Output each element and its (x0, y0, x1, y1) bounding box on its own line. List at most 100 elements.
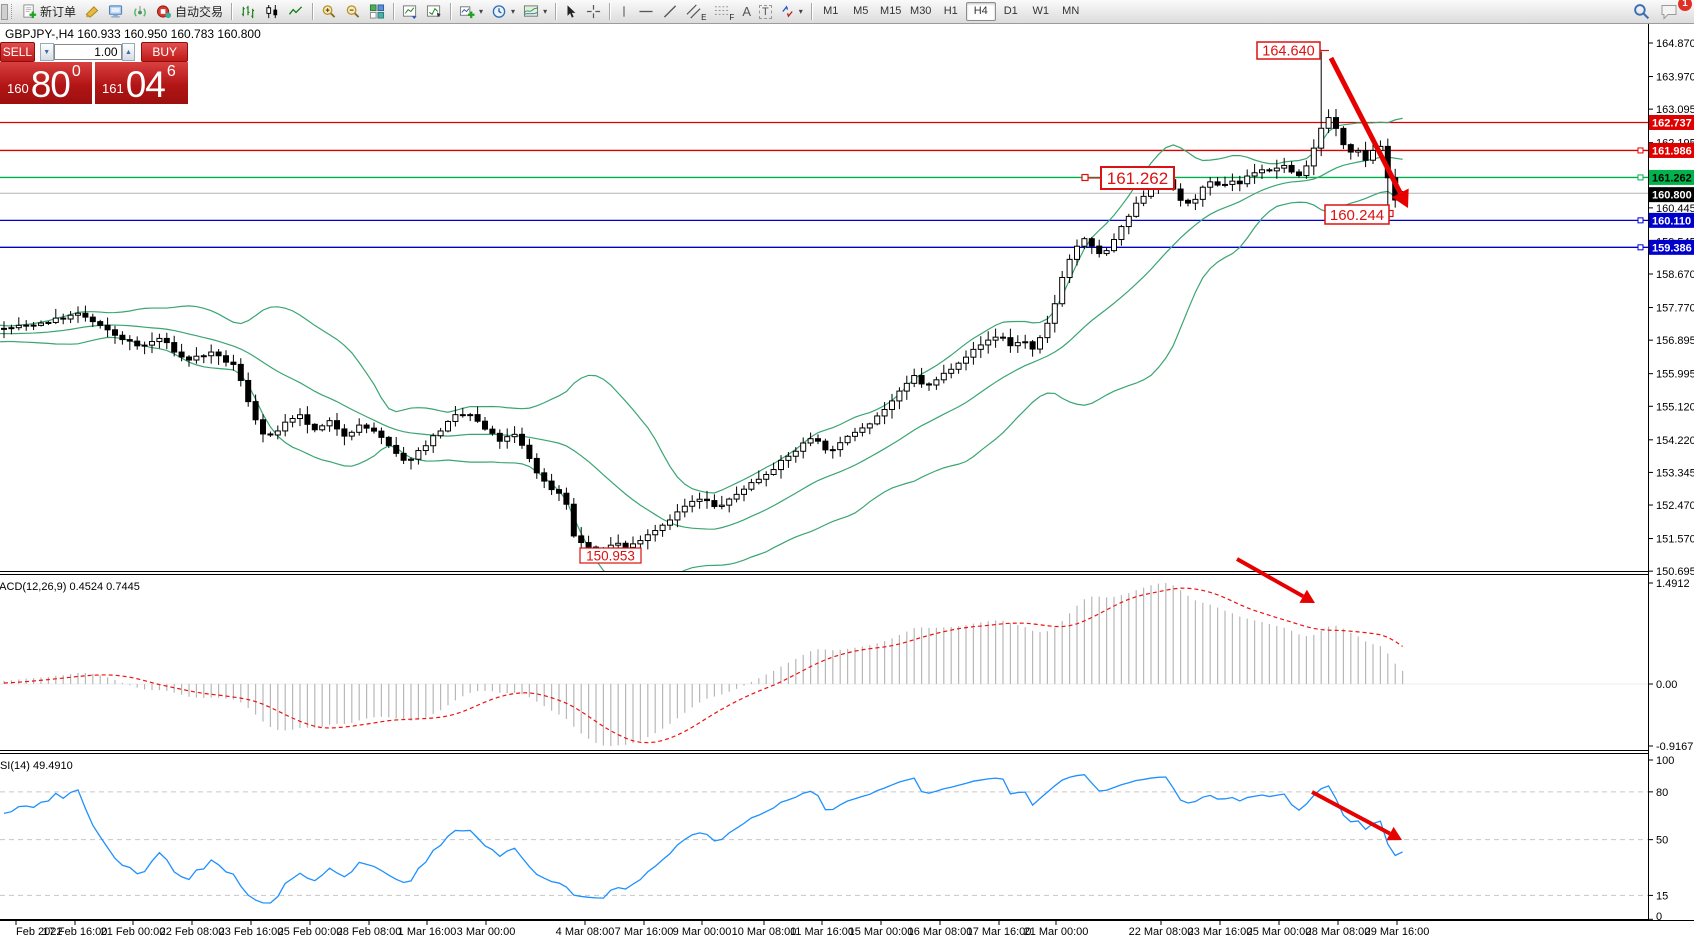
profile-chart-button[interactable] (422, 2, 446, 22)
price-callout-text: 150.953 (586, 548, 635, 563)
line-chart-button[interactable] (284, 2, 308, 22)
separator (609, 3, 610, 20)
crosshair-tool-button[interactable] (582, 2, 605, 22)
add-indicator-button[interactable]: ▾ (455, 2, 487, 22)
date-tick: 17 Feb 16:00 (43, 926, 108, 938)
price-label: 161.986 (1652, 145, 1692, 157)
new-order-button[interactable]: 新订单 (18, 2, 80, 22)
add-indicator-icon (459, 4, 475, 19)
buy-button[interactable]: BUY (141, 42, 188, 62)
fibonacci-glyph: F (729, 13, 734, 22)
zoom-out-button[interactable] (341, 2, 365, 22)
arrows-tool[interactable]: ▾ (776, 2, 807, 22)
volume-decrease-button[interactable]: ▼ (40, 43, 54, 61)
tile-windows-icon (369, 4, 385, 19)
tf-h4[interactable]: H4 (966, 2, 996, 21)
separator (450, 3, 451, 20)
macd-indicator-label: MACD(12,26,9) 0.4524 0.7445 (0, 581, 140, 593)
price-tick: 164.870 (1656, 38, 1694, 50)
price-tick: 158.670 (1656, 269, 1694, 281)
macd-tick: -0.9167 (1656, 741, 1693, 753)
sell-button[interactable]: SELL (0, 42, 35, 62)
price-callout-text: 164.640 (1262, 44, 1314, 60)
tf-h1[interactable]: H1 (936, 2, 966, 21)
ohlc-bars-icon (240, 4, 256, 19)
channel-tool[interactable]: E (682, 2, 710, 22)
monitor-icon (108, 4, 124, 19)
date-tick: 25 Feb 00:00 (278, 926, 343, 938)
shapes-icon (780, 4, 795, 19)
date-tick: 11 Mar 16:00 (790, 926, 854, 938)
channel-icon (686, 4, 701, 19)
candlestick-chart-button[interactable] (260, 2, 284, 22)
date-tick: 10 Mar 08:00 (732, 926, 797, 938)
fibonacci-icon (714, 4, 729, 19)
tf-d1[interactable]: D1 (996, 2, 1026, 21)
volume-increase-button[interactable]: ▲ (122, 43, 136, 61)
line-chart-icon (288, 4, 304, 19)
rsi-indicator-label: RSI(14) 49.4910 (0, 760, 73, 772)
tf-m30[interactable]: M30 (906, 2, 936, 21)
marker-tool-button[interactable] (80, 2, 104, 22)
tf-w1[interactable]: W1 (1026, 2, 1056, 21)
bar-chart-button[interactable] (236, 2, 260, 22)
tf-m5[interactable]: M5 (846, 2, 876, 21)
date-tick: 29 Mar 16:00 (1365, 926, 1430, 938)
tf-m15[interactable]: M15 (876, 2, 906, 21)
date-tick: 9 Mar 00:00 (673, 926, 732, 938)
date-tick: 21 Feb 00:00 (101, 926, 166, 938)
date-tick: 1 Mar 16:00 (398, 926, 457, 938)
horizontal-line-objects[interactable] (0, 122, 1648, 247)
sell-price-display[interactable]: 160 80 0 (0, 62, 92, 104)
price-tick: 154.220 (1656, 435, 1694, 447)
chevron-down-icon: ▾ (511, 7, 515, 16)
date-tick: 23 Mar 16:00 (1188, 926, 1253, 938)
rsi-tick: 80 (1656, 787, 1668, 799)
toolbar: 新订单 自动交易 ▾ ▾ (0, 0, 1694, 24)
sell-price-prefix: 160 (7, 81, 29, 96)
chart-area[interactable]: 164.870163.970163.095162.195160.445159.5… (0, 0, 1694, 941)
trend-arrow (1237, 559, 1303, 596)
template-button[interactable]: ▾ (519, 2, 551, 22)
notification-badge: 1 (1678, 0, 1692, 11)
new-chart-button[interactable] (398, 2, 422, 22)
period-button[interactable]: ▾ (487, 2, 519, 22)
date-tick: 22 Mar 08:00 (1129, 926, 1194, 938)
buy-price-big: 04 (126, 70, 165, 100)
rsi-tick: 15 (1656, 890, 1668, 902)
price-tick: 152.470 (1656, 500, 1694, 512)
macd-indicator (0, 583, 1648, 746)
price-callout-text: 160.244 (1330, 207, 1384, 224)
text-label-tool[interactable]: T (755, 2, 776, 22)
tile-windows-button[interactable] (365, 2, 389, 22)
auto-trading-button[interactable]: 自动交易 (152, 2, 227, 22)
symbol-ohlc-readout: GBPJPY-,H4 160.933 160.950 160.783 160.8… (5, 27, 261, 41)
volume-input[interactable] (54, 44, 122, 60)
crosshair-icon (586, 4, 601, 19)
date-tick: 28 Feb 08:00 (337, 926, 402, 938)
date-tick: 3 Mar 00:00 (457, 926, 516, 938)
price-tick: 150.695 (1656, 566, 1694, 578)
zoom-in-button[interactable] (317, 2, 341, 22)
cursor-tool-button[interactable] (560, 2, 582, 22)
terminal-window-button[interactable] (104, 2, 128, 22)
tf-mn[interactable]: MN (1056, 2, 1086, 21)
buy-price-display[interactable]: 161 04 6 (95, 62, 188, 104)
trend-arrow (1312, 792, 1390, 834)
search-icon[interactable] (1633, 3, 1650, 20)
date-axis: Feb 202217 Feb 16:0021 Feb 00:0022 Feb 0… (16, 920, 1429, 938)
horizontal-line-tool[interactable] (634, 2, 658, 22)
rsi-tick: 50 (1656, 835, 1668, 847)
fibonacci-tool[interactable]: F (710, 2, 738, 22)
trendline-tool[interactable] (658, 2, 682, 22)
chat-icon[interactable] (1660, 3, 1680, 20)
text-tool[interactable]: A (738, 2, 755, 22)
axes: 164.870163.970163.095162.195160.445159.5… (0, 24, 1694, 923)
trendline-icon (662, 4, 678, 19)
vertical-line-tool[interactable] (614, 2, 634, 22)
price-tick: 155.120 (1656, 401, 1694, 413)
tf-m1[interactable]: M1 (816, 2, 846, 21)
date-tick: 17 Mar 16:00 (967, 926, 1032, 938)
broadcast-button[interactable] (128, 2, 152, 22)
date-tick: 4 Mar 08:00 (556, 926, 615, 938)
